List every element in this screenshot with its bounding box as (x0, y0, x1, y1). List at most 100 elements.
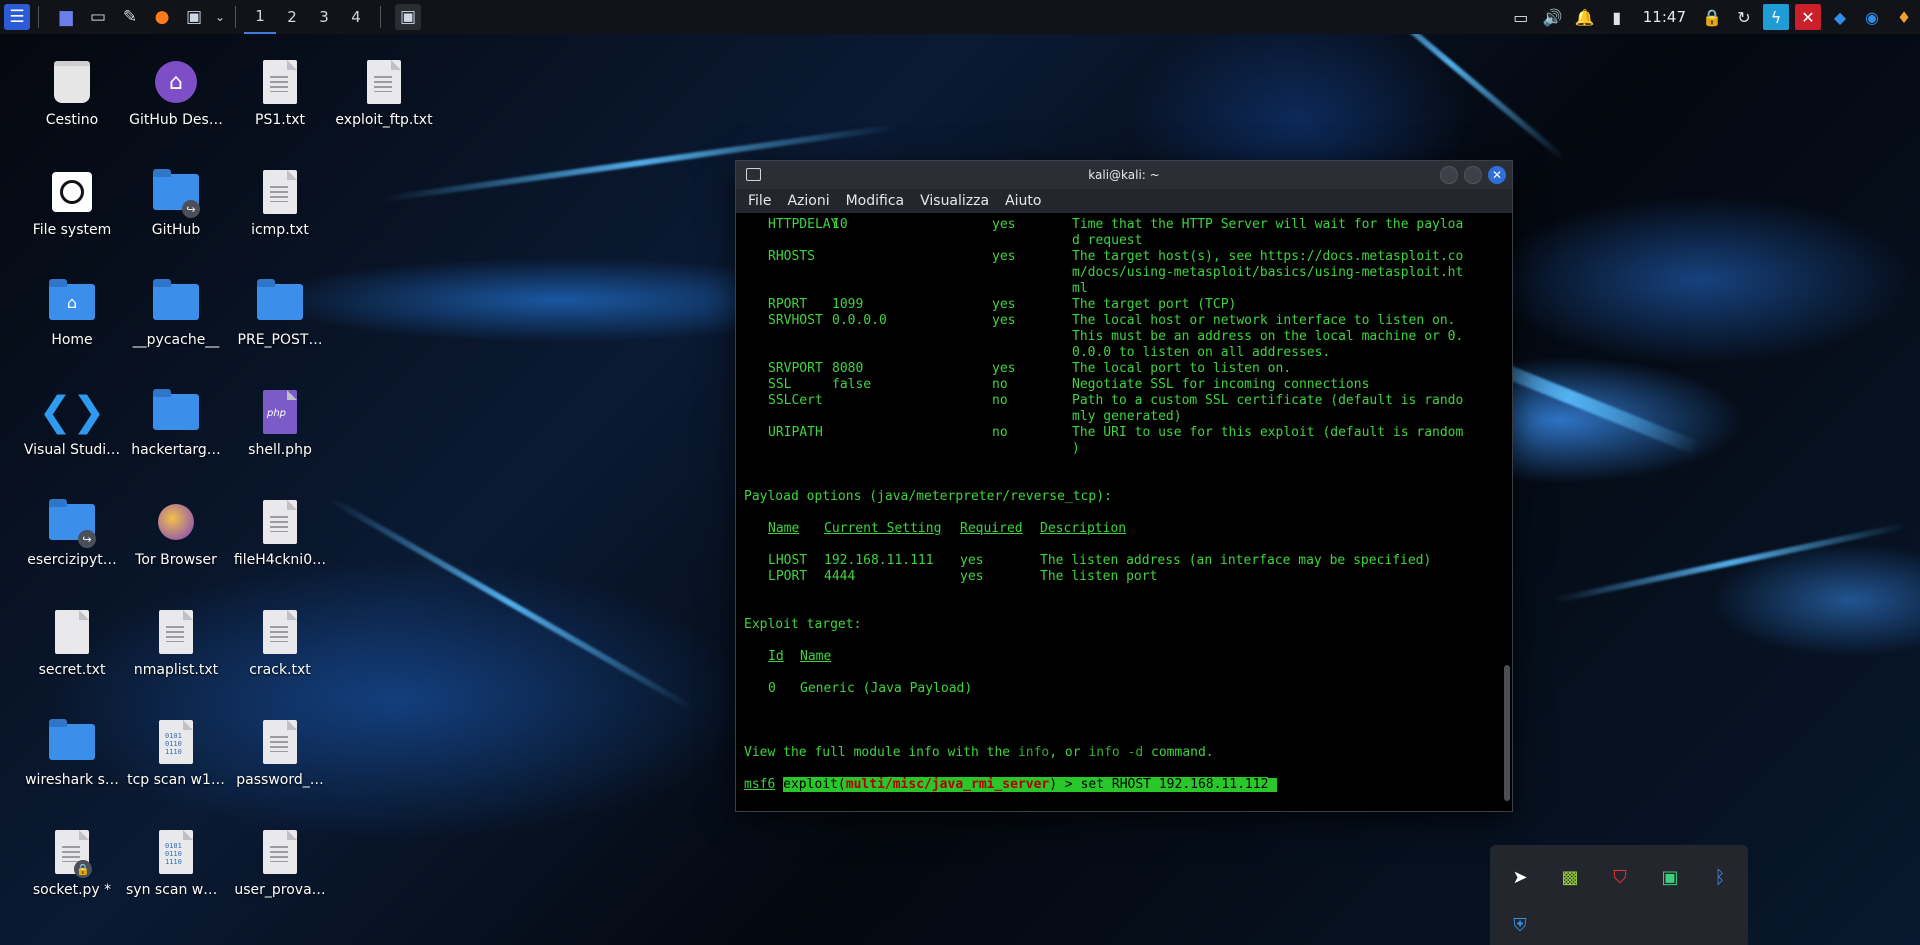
menu-azioni[interactable]: Azioni (787, 193, 829, 209)
home-folder-icon: ⌂ (48, 278, 96, 326)
desktop-icon-nmaplist[interactable]: nmaplist.txt (126, 608, 226, 678)
desktop-icon-user-prova[interactable]: user_prova… (230, 828, 330, 898)
desktop-icon-pycache[interactable]: __pycache__ (126, 278, 226, 348)
desktop-icon-github-folder[interactable]: ↪ GitHub (126, 168, 226, 238)
desktop-icon-label: GitHub Des… (129, 112, 223, 128)
msf-prompt[interactable]: msf6 exploit(multi/misc/java_rmi_server)… (744, 777, 1512, 793)
col-name: Name (768, 521, 800, 536)
window-icon[interactable] (746, 168, 761, 181)
desktop-icon-vscode[interactable]: ❮❯ Visual Studi… (22, 388, 122, 458)
desktop-icon-password[interactable]: password_… (230, 718, 330, 788)
terminal-output[interactable]: HTTPDELAY 10 yes Time that the HTTP Server … (736, 213, 1512, 811)
desktop-icon-label: PRE_POST… (237, 332, 323, 348)
cast-icon[interactable]: ▣ (1656, 863, 1684, 891)
desktop-icon-pre-post[interactable]: PRE_POST… (230, 278, 330, 348)
module-option-continuation: ml (1072, 281, 1088, 296)
module-option-row: RPORT 1099 yes The target port (TCP) (768, 297, 1237, 312)
file-manager-icon[interactable]: ▭ (85, 4, 111, 30)
folder-icon (152, 278, 200, 326)
module-option-continuation: m/docs/using-metasploit/basics/using-met… (1072, 265, 1464, 280)
module-option-row: HTTPDELAY 10 yes Time that the HTTP Server … (768, 217, 1464, 232)
refresh-icon[interactable]: ↻ (1731, 4, 1757, 30)
desktop-icon-icmp[interactable]: icmp.txt (230, 168, 330, 238)
terminal-window[interactable]: kali@kali: ~ ✕ File Azioni Modifica Visu… (735, 160, 1513, 812)
desktop-icon-label: esercizipyt… (27, 552, 117, 568)
security-shield-icon[interactable]: ⛨ (1506, 911, 1534, 939)
maximize-button[interactable] (1464, 166, 1482, 184)
app-flame-icon[interactable]: ♦ (1891, 4, 1917, 30)
terminal-scrollbar[interactable] (1504, 665, 1510, 801)
panel-clock[interactable]: 11:47 (1643, 8, 1686, 26)
volume-icon[interactable]: 🔊 (1540, 4, 1566, 30)
tor-icon (152, 498, 200, 546)
shield-red-icon[interactable]: ⛉ (1606, 863, 1634, 891)
desktop-icon-label: exploit_ftp.txt (335, 112, 433, 128)
module-options-table: HTTPDELAY 10 yes Time that the HTTP Server … (744, 217, 1512, 457)
desktop-icon-crack[interactable]: crack.txt (230, 608, 330, 678)
menu-aiuto[interactable]: Aiuto (1005, 193, 1041, 209)
workspace-4[interactable]: 4 (340, 0, 372, 34)
desktop-icon-github-desktop[interactable]: ⌂ GitHub Des… (126, 58, 226, 128)
terminal-task-icon[interactable]: ▣ (395, 4, 421, 30)
desktop-icon-home[interactable]: ⌂ Home (22, 278, 122, 348)
terminal-launcher-icon[interactable]: ▣ (181, 4, 207, 30)
chevron-down-icon[interactable]: ⌄ (213, 4, 227, 30)
payload-options-header: Name Current Setting Required Descriptio… (744, 521, 1512, 537)
bluetooth-icon[interactable]: ᛒ (1706, 863, 1734, 891)
desktop-icon-ps1[interactable]: PS1.txt (230, 58, 330, 128)
firefox-icon[interactable]: ● (149, 4, 175, 30)
app-circle-icon[interactable]: ◉ (1859, 4, 1885, 30)
desktop-icon-tor-browser[interactable]: Tor Browser (126, 498, 226, 568)
chip-icon[interactable]: ▩ (1556, 863, 1584, 891)
close-button[interactable]: ✕ (1488, 166, 1506, 184)
desktop-icon-trash[interactable]: Cestino (22, 58, 122, 128)
desktop-icon-fileh4ckni[interactable]: fileH4ckni0… (230, 498, 330, 568)
desktop-icon-file-system[interactable]: File system (22, 168, 122, 238)
screen-icon[interactable]: ▭ (1508, 4, 1534, 30)
app-blue-icon[interactable]: ϟ (1763, 4, 1789, 30)
menu-modifica[interactable]: Modifica (846, 193, 905, 209)
lock-icon[interactable]: 🔒 (1699, 4, 1725, 30)
system-tray: ▭ 🔊 🔔 ▮ 11:47 🔒 ↻ ϟ ✕ ◆ ◉ ♦ (1505, 0, 1920, 34)
module-option-continuation: ) (1072, 441, 1080, 456)
desktop-icon-syn-scan[interactable]: 0101 0110 1110 syn scan w1… (126, 828, 226, 898)
desktop-icon-esercizipython[interactable]: ↪ esercizipyt… (22, 498, 122, 568)
desktop-icon-secret[interactable]: secret.txt (22, 608, 122, 678)
battery-icon[interactable]: ▮ (1604, 4, 1630, 30)
desktop-icon-label: File system (32, 222, 112, 238)
desktop-icon-label: Visual Studi… (23, 442, 121, 458)
notification-bell-icon[interactable]: 🔔 (1572, 4, 1598, 30)
desktop-icon-tcp-scan[interactable]: 0101 0110 1110 tcp scan w1… (126, 718, 226, 788)
desktop-icon-exploit-ftp[interactable]: exploit_ftp.txt (334, 58, 434, 128)
app-red-icon[interactable]: ✕ (1795, 4, 1821, 30)
kali-menu-icon[interactable]: ☰ (4, 4, 30, 30)
workspace-1[interactable]: 1 (244, 0, 276, 34)
menu-visualizza[interactable]: Visualizza (920, 193, 989, 209)
module-path: multi/misc/java_rmi_server (845, 777, 1050, 792)
minimize-button[interactable] (1440, 166, 1458, 184)
module-option-row: SSLCert no Path to a custom SSL certificat… (768, 393, 1464, 408)
desktop-icon-shell-php[interactable]: php shell.php (230, 388, 330, 458)
desktop-icon-label: GitHub (151, 222, 201, 238)
workspace-3[interactable]: 3 (308, 0, 340, 34)
panel-separator (380, 6, 381, 28)
desktop-icon-wireshark[interactable]: wireshark s… (22, 718, 122, 788)
workspace-2[interactable]: 2 (276, 0, 308, 34)
exploit-target-row: 0 Generic (Java Payload) (768, 681, 973, 696)
desktop-icon-hackertarget[interactable]: hackertarg… (126, 388, 226, 458)
vscode-tray-icon[interactable]: ◆ (1827, 4, 1853, 30)
module-option-row: RHOSTS yes The target host(s), see https:/… (768, 249, 1464, 264)
terminal-titlebar[interactable]: kali@kali: ~ ✕ (736, 161, 1512, 189)
text-editor-icon[interactable]: ✎ (117, 4, 143, 30)
command-input[interactable]: > set RHOST 192.168.11.112 (1057, 777, 1269, 792)
menu-file[interactable]: File (748, 193, 771, 209)
show-desktop-icon[interactable]: ▆ (53, 4, 79, 30)
send-icon[interactable]: ➤ (1506, 863, 1534, 891)
desktop-icon-socket-py[interactable]: 🔒 socket.py * (22, 828, 122, 898)
desktop-icon-label: user_prova… (234, 882, 326, 898)
